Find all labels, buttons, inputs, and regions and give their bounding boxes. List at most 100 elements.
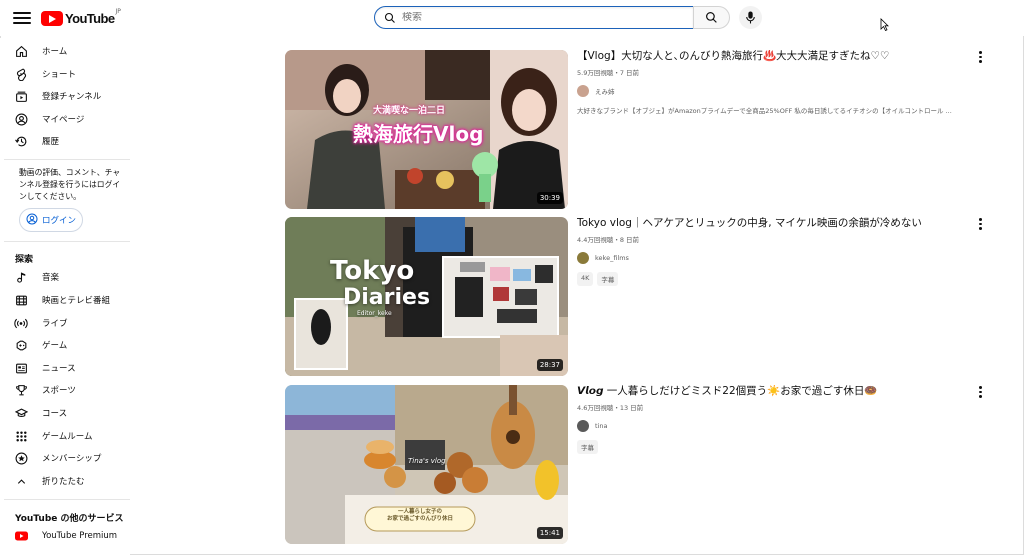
avatar xyxy=(577,85,589,97)
search-input[interactable] xyxy=(402,12,672,23)
sidebar-item-label: マイページ xyxy=(42,115,85,125)
more-options-icon[interactable] xyxy=(975,217,985,231)
video-badges: 4K 字幕 xyxy=(577,272,967,286)
gaming-icon xyxy=(14,338,28,352)
sidebar: ホーム ショート 登録チャンネル マイページ 履歴 動画の評価、コメント、チャン… xyxy=(0,38,130,555)
sidebar-divider xyxy=(4,499,130,500)
video-thumbnail[interactable]: 大満喫な一泊二日 熱海旅行Vlog 30:39 xyxy=(285,50,568,209)
movies-icon xyxy=(14,293,28,307)
explore-title: 探索 xyxy=(15,255,34,265)
sidebar-item-movies[interactable]: 映画とテレビ番組 xyxy=(4,289,126,311)
sidebar-item-label: 映画とテレビ番組 xyxy=(42,296,111,306)
video-row: 大満喫な一泊二日 熱海旅行Vlog 30:39 【Vlog】大切な人と､のんびり… xyxy=(285,50,985,210)
video-description: 大好きなブランド【オブジェ】がAmazonプライムデーで全商品25%OFF 私の… xyxy=(577,107,952,115)
search-icon xyxy=(384,12,395,23)
sidebar-item-premium[interactable]: YouTube Premium xyxy=(4,525,126,547)
video-title[interactable]: Tokyo vlog｜ヘアケアとリュックの中身, マイケル映画の余韻が冷めない xyxy=(577,217,967,230)
sidebar-item-gaming[interactable]: ゲーム xyxy=(4,334,126,356)
sidebar-item-music[interactable]: 音楽 xyxy=(4,266,126,288)
search-button[interactable] xyxy=(693,6,730,29)
sidebar-item-label: 音楽 xyxy=(42,273,60,283)
sidebar-item-news[interactable]: ニュース xyxy=(4,357,126,379)
top-bar: YouTube JP xyxy=(0,0,1024,36)
video-info: Tokyo vlog｜ヘアケアとリュックの中身, マイケル映画の余韻が冷めない … xyxy=(577,217,967,286)
thumbnail-caption: Diaries xyxy=(343,285,431,310)
youtube-logo[interactable]: YouTube JP xyxy=(41,7,121,27)
video-row: Tina's vlog 一人暮らし女子の お家で過ごすのんびり休日 15:41 … xyxy=(285,385,985,545)
sidebar-item-courses[interactable]: コース xyxy=(4,402,126,424)
sidebar-divider xyxy=(4,159,130,160)
mouse-cursor-icon xyxy=(880,18,889,31)
channel-link[interactable]: えみ姉 xyxy=(577,85,967,97)
sidebar-item-label: メンバーシップ xyxy=(42,454,102,464)
sidebar-item-membership[interactable]: メンバーシップ xyxy=(4,447,126,469)
sidebar-item-label: ショート xyxy=(42,70,77,80)
login-button[interactable]: ログイン xyxy=(19,208,83,232)
sidebar-item-label: ニュース xyxy=(42,364,76,374)
thumbnail-caption-top: Tina's vlog xyxy=(408,457,446,465)
video-info: 【Vlog】大切な人と､のんびり熱海旅行♨️大大大満足すぎたね♡♡ 5.9万回視… xyxy=(577,50,967,115)
login-label: ログイン xyxy=(42,216,77,226)
sidebar-item-playables[interactable]: ゲームルーム xyxy=(4,425,126,447)
youtube-premium-icon xyxy=(14,529,28,543)
thumbnail-caption-sub: Editor_keke xyxy=(357,310,392,317)
channel-link[interactable]: tina xyxy=(577,420,967,432)
avatar xyxy=(577,420,589,432)
channel-link[interactable]: keke_films xyxy=(577,252,967,264)
courses-icon xyxy=(14,406,28,420)
sidebar-item-label: ゲームルーム xyxy=(42,432,93,442)
voice-search-button[interactable] xyxy=(739,6,762,29)
sidebar-item-shorts[interactable]: ショート xyxy=(4,63,126,85)
signin-prompt: 動画の評価、コメント、チャンネル登録を行うにはログインしてください。 xyxy=(19,168,121,201)
sidebar-divider xyxy=(4,241,130,242)
sidebar-item-history[interactable]: 履歴 xyxy=(4,130,126,152)
sidebar-item-label: YouTube Premium xyxy=(42,531,118,541)
video-duration: 30:39 xyxy=(536,192,563,204)
sidebar-item-label: 履歴 xyxy=(42,137,60,147)
more-options-icon[interactable] xyxy=(975,50,985,64)
logo-region: JP xyxy=(115,7,121,15)
history-icon xyxy=(14,134,28,148)
channel-name: keke_films xyxy=(595,254,629,262)
sidebar-item-home[interactable]: ホーム xyxy=(4,40,126,62)
youtube-play-icon xyxy=(41,10,63,26)
shorts-icon xyxy=(14,67,28,81)
channel-name: えみ姉 xyxy=(595,88,615,96)
menu-icon[interactable] xyxy=(13,9,31,27)
more-options-icon[interactable] xyxy=(975,385,985,399)
video-thumbnail[interactable]: Tokyo Diaries Editor_keke 28:37 xyxy=(285,217,568,376)
video-meta: 4.4万回視聴・8 日前 xyxy=(577,236,640,244)
video-meta: 4.6万回視聴・13 日前 xyxy=(577,404,644,412)
video-title[interactable]: 𝙑𝙡𝙤𝙜 一人暮らしだけどミスド22個買う☀️お家で過ごす休日🍩 xyxy=(577,385,967,398)
channel-name: tina xyxy=(595,422,608,430)
sidebar-item-you[interactable]: マイページ xyxy=(4,108,126,130)
membership-icon xyxy=(14,451,28,465)
badge-4k: 4K xyxy=(577,272,594,286)
sidebar-item-live[interactable]: ライブ xyxy=(4,312,126,334)
playables-icon xyxy=(14,429,28,443)
sidebar-item-label: ライブ xyxy=(42,319,68,329)
sidebar-item-label: 折りたたむ xyxy=(42,477,85,487)
music-icon xyxy=(14,270,28,284)
video-thumbnail[interactable]: Tina's vlog 一人暮らし女子の お家で過ごすのんびり休日 15:41 xyxy=(285,385,568,544)
chevron-up-icon xyxy=(14,474,28,488)
video-info: 𝙑𝙡𝙤𝙜 一人暮らしだけどミスド22個買う☀️お家で過ごす休日🍩 4.6万回視聴… xyxy=(577,385,967,454)
sidebar-item-subscriptions[interactable]: 登録チャンネル xyxy=(4,85,126,107)
avatar xyxy=(577,252,589,264)
sidebar-item-collapse[interactable]: 折りたたむ xyxy=(4,470,126,492)
thumbnail-caption-top: Tokyo xyxy=(330,256,415,286)
live-icon xyxy=(14,316,28,330)
sports-icon xyxy=(14,383,28,397)
account-icon xyxy=(14,112,28,126)
video-title[interactable]: 【Vlog】大切な人と､のんびり熱海旅行♨️大大大満足すぎたね♡♡ xyxy=(577,50,967,63)
sidebar-item-label: ゲーム xyxy=(42,341,68,351)
sidebar-item-label: 登録チャンネル xyxy=(42,92,102,102)
account-icon xyxy=(26,213,38,228)
badge-subtitles: 字幕 xyxy=(577,440,598,454)
sidebar-item-sports[interactable]: スポーツ xyxy=(4,379,126,401)
thumbnail-caption: 熱海旅行Vlog xyxy=(353,122,484,146)
more-services-title: YouTube の他のサービス xyxy=(15,514,124,524)
sidebar-item-label: コース xyxy=(42,409,68,419)
video-duration: 28:37 xyxy=(536,359,563,371)
logo-text: YouTube xyxy=(65,10,115,26)
